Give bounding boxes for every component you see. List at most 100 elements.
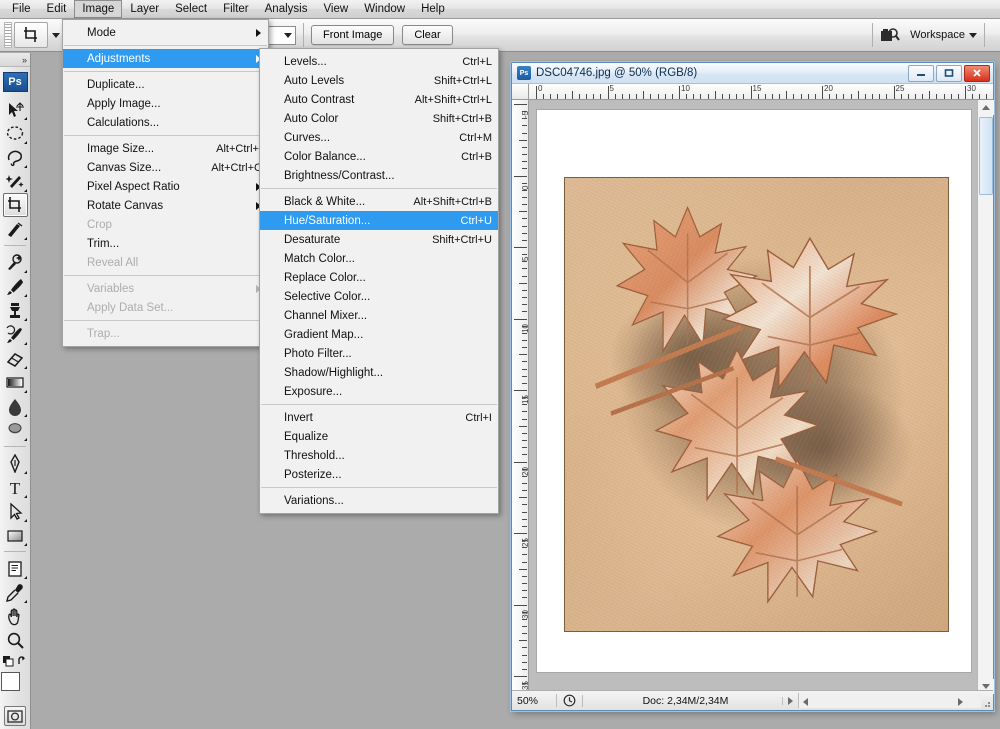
menubar-item-filter[interactable]: Filter [215, 0, 257, 18]
front-image-button[interactable]: Front Image [311, 25, 395, 45]
slice-tool[interactable] [3, 217, 28, 241]
menubar-item-image[interactable]: Image [74, 0, 123, 18]
menu-item-desaturate[interactable]: Desaturate Shift+Ctrl+U [260, 230, 498, 249]
close-button[interactable] [964, 64, 990, 82]
menubar-item-layer[interactable]: Layer [122, 0, 167, 18]
resize-grip[interactable] [981, 691, 993, 710]
menu-item-rotate-canvas[interactable]: Rotate Canvas [63, 196, 268, 215]
tool-flyout-indicator[interactable] [23, 237, 27, 240]
clear-button[interactable]: Clear [402, 25, 453, 45]
tool-flyout-indicator[interactable] [23, 543, 27, 546]
menubar-item-edit[interactable]: Edit [39, 0, 75, 18]
horizontal-type-tool[interactable]: T [3, 475, 28, 499]
hand-tool[interactable] [3, 604, 28, 628]
tool-flyout-indicator[interactable] [23, 519, 27, 522]
tool-flyout-indicator[interactable] [23, 141, 27, 144]
menu-item-replace-color[interactable]: Replace Color... [260, 268, 498, 287]
tool-flyout-indicator[interactable] [23, 438, 27, 441]
scroll-left-icon[interactable] [803, 698, 808, 706]
menu-item-adjustments[interactable]: Adjustments [63, 49, 268, 68]
status-menu-button[interactable] [782, 696, 798, 705]
magic-wand-tool[interactable] [3, 169, 28, 193]
elliptical-marquee-tool[interactable] [3, 121, 28, 145]
tool-flyout-indicator[interactable] [23, 471, 27, 474]
timing-icon[interactable] [556, 694, 582, 707]
brush-tool[interactable] [3, 274, 28, 298]
notes-tool[interactable] [3, 556, 28, 580]
menubar-item-view[interactable]: View [315, 0, 356, 18]
menu-item-trim[interactable]: Trim... [63, 234, 268, 253]
tool-preset-chevron-down-icon[interactable] [52, 32, 60, 38]
tool-flyout-indicator[interactable] [23, 318, 27, 321]
clone-stamp-tool[interactable] [3, 298, 28, 322]
menubar-item-help[interactable]: Help [413, 0, 453, 18]
document-canvas[interactable] [537, 110, 971, 672]
menu-item-calculations[interactable]: Calculations... [63, 113, 268, 132]
tool-flyout-indicator[interactable] [23, 342, 27, 345]
zoom-level-field[interactable]: 50% [512, 695, 556, 707]
menu-item-exposure[interactable]: Exposure... [260, 382, 498, 401]
blur-tool[interactable] [3, 394, 28, 418]
vertical-ruler[interactable]: -505101520253035 [512, 100, 529, 694]
workspace-search-icon[interactable] [880, 27, 900, 44]
menu-item-auto-levels[interactable]: Auto Levels Shift+Ctrl+L [260, 71, 498, 90]
horizontal-ruler[interactable]: 0 5 10 15 20 25 30 [529, 84, 993, 100]
menu-item-pixel-aspect-ratio[interactable]: Pixel Aspect Ratio [63, 177, 268, 196]
vertical-scrollbar[interactable] [977, 100, 994, 694]
history-brush-tool[interactable] [3, 322, 28, 346]
menu-item-curves[interactable]: Curves... Ctrl+M [260, 128, 498, 147]
tool-flyout-indicator[interactable] [23, 576, 27, 579]
eraser-tool[interactable] [3, 346, 28, 370]
tool-flyout-indicator[interactable] [23, 390, 27, 393]
menu-item-match-color[interactable]: Match Color... [260, 249, 498, 268]
tool-flyout-indicator[interactable] [23, 165, 27, 168]
tool-flyout-indicator[interactable] [23, 270, 27, 273]
menu-item-duplicate[interactable]: Duplicate... [63, 75, 268, 94]
menu-item-photo-filter[interactable]: Photo Filter... [260, 344, 498, 363]
dodge-tool[interactable] [3, 418, 28, 442]
maximize-button[interactable] [936, 64, 962, 82]
menu-item-auto-color[interactable]: Auto Color Shift+Ctrl+B [260, 109, 498, 128]
minimize-button[interactable] [908, 64, 934, 82]
pen-tool[interactable] [3, 451, 28, 475]
menu-item-equalize[interactable]: Equalize [260, 427, 498, 446]
menu-item-variations[interactable]: Variations... [260, 491, 498, 510]
menu-item-gradient-map[interactable]: Gradient Map... [260, 325, 498, 344]
menu-item-black-white[interactable]: Black & White... Alt+Shift+Ctrl+B [260, 192, 498, 211]
workspace-label[interactable]: Workspace [910, 29, 965, 41]
menu-item-invert[interactable]: Invert Ctrl+I [260, 408, 498, 427]
spot-healing-brush-tool[interactable] [3, 250, 28, 274]
zoom-tool[interactable] [3, 628, 28, 652]
foreground-color-swatch[interactable] [1, 672, 20, 691]
tool-flyout-indicator[interactable] [23, 189, 27, 192]
menubar-item-window[interactable]: Window [356, 0, 413, 18]
menu-item-selective-color[interactable]: Selective Color... [260, 287, 498, 306]
default-colors-icon[interactable] [1, 654, 29, 668]
menu-item-posterize[interactable]: Posterize... [260, 465, 498, 484]
document-title-bar[interactable]: Ps DSC04746.jpg @ 50% (RGB/8) [512, 63, 993, 84]
menubar-item-select[interactable]: Select [167, 0, 215, 18]
scroll-right-icon[interactable] [958, 698, 963, 706]
rectangle-shape-tool[interactable] [3, 523, 28, 547]
menu-item-auto-contrast[interactable]: Auto Contrast Alt+Shift+Ctrl+L [260, 90, 498, 109]
path-selection-tool[interactable] [3, 499, 28, 523]
tool-flyout-indicator[interactable] [23, 117, 27, 120]
tool-flyout-indicator[interactable] [23, 366, 27, 369]
menu-item-hue-saturation[interactable]: Hue/Saturation... Ctrl+U [260, 211, 498, 230]
menu-item-apply-image[interactable]: Apply Image... [63, 94, 268, 113]
menubar-item-analysis[interactable]: Analysis [257, 0, 316, 18]
eyedropper-tool[interactable] [3, 580, 28, 604]
menu-item-canvas-size[interactable]: Canvas Size... Alt+Ctrl+C [63, 158, 268, 177]
move-tool[interactable] [3, 97, 28, 121]
ruler-origin-corner[interactable] [512, 84, 529, 100]
tool-flyout-indicator[interactable] [23, 495, 27, 498]
menu-item-image-size[interactable]: Image Size... Alt+Ctrl+I [63, 139, 268, 158]
menu-item-threshold[interactable]: Threshold... [260, 446, 498, 465]
menu-item-color-balance[interactable]: Color Balance... Ctrl+B [260, 147, 498, 166]
menu-item-shadow-highlight[interactable]: Shadow/Highlight... [260, 363, 498, 382]
menu-item-brightness-contrast[interactable]: Brightness/Contrast... [260, 166, 498, 185]
toolbox-collapse-button[interactable]: » [0, 53, 30, 67]
menu-item-channel-mixer[interactable]: Channel Mixer... [260, 306, 498, 325]
horizontal-scrollbar[interactable] [798, 693, 981, 708]
lasso-tool[interactable] [3, 145, 28, 169]
